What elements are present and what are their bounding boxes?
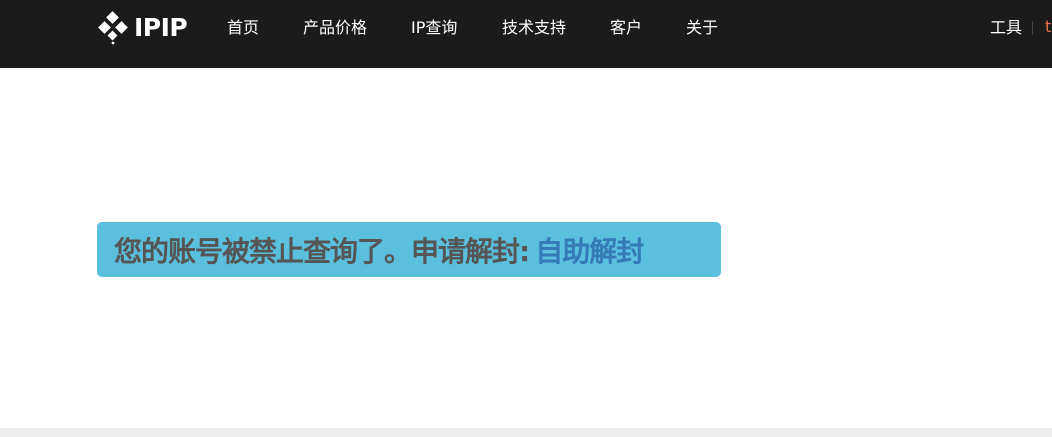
self-service-unblock-link[interactable]: 自助解封 xyxy=(535,230,644,270)
top-navbar: IPIP 首页 产品价格 IP查询 技术支持 客户 关于 工具 t xyxy=(0,0,1052,68)
nav-item-about[interactable]: 关于 xyxy=(686,17,718,39)
logo-text: IPIP xyxy=(134,13,188,42)
ipip-logo[interactable]: IPIP xyxy=(97,10,188,46)
nav-item-pricing[interactable]: 产品价格 xyxy=(303,17,367,39)
clipped-nav-text[interactable]: t xyxy=(1045,16,1051,38)
alert-message: 您的账号被禁止查询了。申请解封: xyxy=(114,234,530,268)
nav-item-home[interactable]: 首页 xyxy=(227,17,259,39)
nav-item-tools[interactable]: 工具 xyxy=(990,17,1022,39)
account-banned-alert: 您的账号被禁止查询了。申请解封: 自助解封 xyxy=(97,222,721,277)
nav-item-support[interactable]: 技术支持 xyxy=(502,17,566,39)
ipip-logo-mark-icon xyxy=(98,11,128,45)
nav-divider xyxy=(1032,21,1033,35)
nav-item-customers[interactable]: 客户 xyxy=(610,17,642,39)
page-footer-edge xyxy=(0,428,1052,437)
nav-item-ip-lookup[interactable]: IP查询 xyxy=(411,17,457,39)
